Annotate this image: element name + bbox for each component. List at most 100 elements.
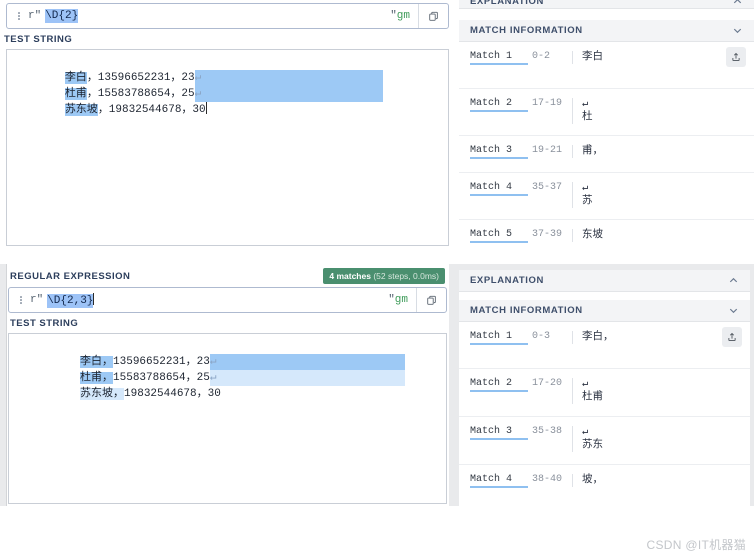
regex-pattern-text[interactable]: \D{2} <box>41 9 390 23</box>
match-row[interactable]: Match 1 0-2 李白 <box>459 42 754 89</box>
regex-suffix: " <box>390 10 397 22</box>
regex-pattern-value: \D{2,3} <box>47 294 94 308</box>
bottom-explanation-header[interactable]: EXPLANATION <box>459 270 750 292</box>
match-value: ↵ 杜 <box>572 98 593 124</box>
match-detail: (52 steps, 0.0ms) <box>373 271 439 281</box>
top-explanation-header[interactable]: EXPLANATION <box>459 0 754 9</box>
top-explanation-label: EXPLANATION <box>470 0 544 7</box>
line-1-newline: ↵ <box>194 70 383 86</box>
line-3-rest: ，19832544678，30 <box>97 104 206 116</box>
match-row[interactable]: Match 3 35-38 ↵ 苏东 <box>459 417 750 465</box>
line-3-head: 苏东坡， <box>80 388 125 400</box>
match-label: Match 2 <box>470 98 528 112</box>
export-icon[interactable] <box>726 47 746 67</box>
frame-edge-bottom <box>0 506 754 559</box>
line-2-head: 杜甫 <box>64 88 87 100</box>
match-range: 19-21 <box>532 145 563 156</box>
line-2-newline: ↵ <box>194 86 383 102</box>
match-row[interactable]: Match 1 0-3 李白， <box>459 322 750 369</box>
regex-flags[interactable]: "gm <box>388 294 416 306</box>
bottom-test-string-label: TEST STRING <box>10 318 79 329</box>
regex-tester-screenshot: r" \D{2} "gm TEST STRING 李白，13596652231， <box>0 0 754 559</box>
line-1-head: 李白， <box>80 356 114 368</box>
line-1-rest: ，13596652231，23 <box>86 72 195 84</box>
drag-handle-icon[interactable] <box>15 296 27 304</box>
copy-icon[interactable] <box>418 4 448 28</box>
regex-prefix: r" <box>30 294 44 306</box>
text-caret <box>205 102 207 114</box>
match-value: 东坡 <box>572 229 603 242</box>
chevron-up-icon <box>732 0 743 7</box>
export-icon[interactable] <box>722 327 742 347</box>
bottom-regex-input[interactable]: r" \D{2,3} "gm <box>8 287 447 313</box>
match-range: 0-3 <box>532 331 551 342</box>
line-2-rest: ，15583788654，25 <box>86 88 195 100</box>
regex-flags[interactable]: "gm <box>390 10 418 22</box>
match-range: 17-20 <box>532 378 563 389</box>
top-left-editor-pane: r" \D{2} "gm TEST STRING 李白，13596652231， <box>0 0 455 258</box>
regex-pattern-value: \D{2} <box>45 9 79 23</box>
match-label: Match 5 <box>470 229 528 243</box>
bottom-match-list: Match 1 0-3 李白， Match 2 17-20 ↵ 杜甫 Match… <box>459 322 750 502</box>
match-label: Match 4 <box>470 474 528 488</box>
match-value: 李白， <box>572 331 614 344</box>
bottom-regex-label: REGULAR EXPRESSION <box>10 270 131 282</box>
match-value: 坡， <box>572 474 603 487</box>
chevron-down-icon[interactable] <box>728 305 739 316</box>
match-row[interactable]: Match 5 37-39 东坡 <box>459 220 754 257</box>
line-1-newline: ↵ <box>209 354 405 370</box>
match-value: ↵ 苏 <box>572 182 593 208</box>
match-label: Match 1 <box>470 51 528 65</box>
match-row[interactable]: Match 2 17-19 ↵ 杜 <box>459 89 754 136</box>
watermark-text: CSDN @IT机器猫 <box>646 538 746 552</box>
match-row[interactable]: Match 4 38-40 坡， <box>459 465 750 502</box>
test-string-line: 李白，13596652231，23↵ <box>9 338 446 370</box>
match-range: 35-37 <box>532 182 563 193</box>
match-range: 17-19 <box>532 98 563 109</box>
match-value: ↵ 杜甫 <box>572 378 603 404</box>
top-regex-input[interactable]: r" \D{2} "gm <box>6 3 449 29</box>
line-2-newline: ↵ <box>209 370 405 386</box>
match-range: 35-38 <box>532 426 563 437</box>
copy-icon[interactable] <box>416 288 446 312</box>
match-label: Match 2 <box>470 378 528 392</box>
regex-flag-value: gm <box>394 294 408 306</box>
chevron-down-icon[interactable] <box>732 25 743 36</box>
top-match-info-label: MATCH INFORMATION <box>470 25 583 36</box>
bottom-explanation-label: EXPLANATION <box>470 275 544 286</box>
line-2-rest: 15583788654，25 <box>113 372 210 384</box>
regex-flag-value: gm <box>396 10 410 22</box>
match-label: Match 3 <box>470 426 528 440</box>
pane-gap <box>459 9 754 20</box>
match-range: 38-40 <box>532 474 563 485</box>
regex-suffix: " <box>388 294 395 306</box>
line-1-rest: 13596652231，23 <box>113 356 210 368</box>
top-test-string-label: TEST STRING <box>4 34 73 45</box>
chevron-up-icon[interactable] <box>728 275 739 286</box>
regex-caret <box>93 293 95 305</box>
line-3-head: 苏东坡 <box>64 104 98 116</box>
match-row[interactable]: Match 3 19-21 甫， <box>459 136 754 173</box>
match-count-badge: 4 matches (52 steps, 0.0ms) <box>323 268 445 284</box>
bottom-right-info-pane: EXPLANATION MATCH INFORMATION Match 1 0-… <box>455 264 754 506</box>
match-row[interactable]: Match 4 35-37 ↵ 苏 <box>459 173 754 220</box>
match-value: 甫， <box>572 145 603 158</box>
match-value: 李白 <box>572 51 603 64</box>
match-label: Match 3 <box>470 145 528 159</box>
line-1-head: 李白 <box>64 72 87 84</box>
pane-gap <box>459 292 750 300</box>
drag-handle-icon[interactable] <box>13 12 25 20</box>
bottom-left-editor-pane: REGULAR EXPRESSION 4 matches (52 steps, … <box>0 264 455 506</box>
top-match-info-header[interactable]: MATCH INFORMATION <box>459 20 754 42</box>
bottom-test-string-area[interactable]: 李白，13596652231，23↵ 杜甫，15583788654，25↵ 苏东… <box>8 333 447 504</box>
test-string-line: 李白，13596652231，23↵ <box>7 54 448 86</box>
match-count: 4 matches <box>329 271 371 281</box>
top-test-string-area[interactable]: 李白，13596652231，23↵ 杜甫，15583788654，25↵ 苏东… <box>6 49 449 246</box>
match-range: 37-39 <box>532 229 563 240</box>
top-right-info-pane: EXPLANATION MATCH INFORMATION Match 1 0-… <box>459 0 754 258</box>
bottom-match-info-header[interactable]: MATCH INFORMATION <box>459 300 750 322</box>
bottom-match-info-label: MATCH INFORMATION <box>470 305 583 316</box>
match-row[interactable]: Match 2 17-20 ↵ 杜甫 <box>459 369 750 417</box>
match-value: ↵ 苏东 <box>572 426 603 452</box>
regex-pattern-text[interactable]: \D{2,3} <box>43 293 388 308</box>
